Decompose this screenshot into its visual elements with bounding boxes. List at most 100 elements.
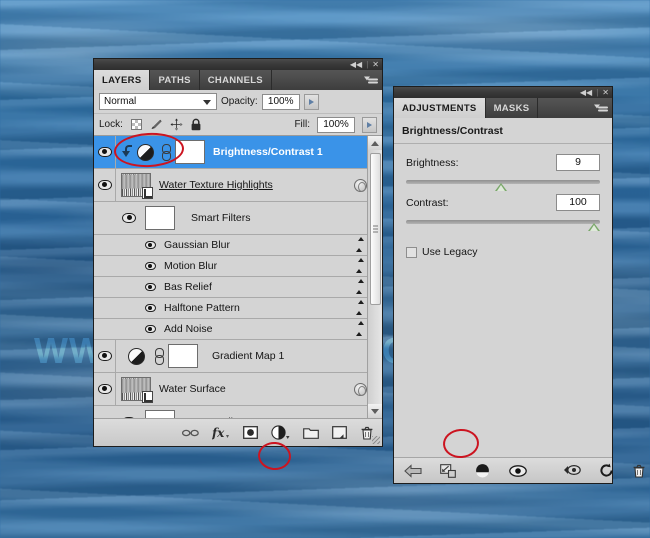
expand-panel-view-icon[interactable] [440, 463, 456, 478]
layer-list-scrollbar[interactable] [367, 136, 382, 418]
filter-blending-options-icon[interactable] [352, 237, 365, 252]
link-layers-icon[interactable] [182, 427, 199, 439]
fill-input[interactable]: 100% [317, 116, 355, 133]
lock-image-pixels-brush-icon[interactable] [150, 118, 163, 131]
layers-panel-titlebar: ◀◀ | ✕ [93, 58, 383, 70]
collapse-icon[interactable]: ◀◀ [580, 88, 592, 97]
collapse-icon[interactable]: ◀◀ [350, 60, 362, 69]
tab-masks[interactable]: MASKS [486, 98, 539, 118]
filter-visibility-toggle[interactable] [94, 319, 160, 339]
layer-visibility-toggle[interactable] [94, 340, 116, 372]
brightness-slider-knob[interactable] [495, 183, 508, 191]
layer-visibility-toggle[interactable] [94, 373, 116, 405]
blend-mode-value: Normal [104, 96, 137, 107]
brightness-input[interactable]: 9 [556, 154, 600, 171]
new-adjustment-layer-icon[interactable] [271, 425, 290, 440]
layer-name: Gradient Map 1 [212, 350, 285, 362]
contrast-slider-knob[interactable] [588, 223, 601, 231]
layer-row-brightness-contrast[interactable]: Brightness/Contrast 1 [94, 136, 382, 169]
smart-filters-header-row[interactable]: Smart Filters [94, 202, 382, 235]
opacity-slider-button[interactable] [303, 93, 319, 110]
filter-blending-options-icon[interactable] [352, 279, 365, 294]
reset-adjustment-icon[interactable] [599, 463, 614, 478]
smart-filter-row-gaussian-blur[interactable]: Gaussian Blur [94, 235, 382, 256]
opacity-input[interactable]: 100% [261, 93, 300, 110]
adjustments-panel-tabbar: ADJUSTMENTS MASKS [393, 98, 613, 118]
eye-icon [145, 325, 156, 333]
close-icon[interactable]: ✕ [602, 88, 609, 97]
layer-mask-thumbnail[interactable] [168, 344, 198, 368]
layer-visibility-toggle[interactable] [94, 136, 116, 168]
use-legacy-checkbox[interactable] [406, 246, 417, 258]
smart-filters-visibility-toggle[interactable] [94, 202, 140, 234]
delete-adjustment-icon[interactable] [632, 464, 646, 478]
tab-layers[interactable]: LAYERS [94, 70, 151, 90]
filter-name: Add Noise [164, 323, 213, 335]
tab-paths[interactable]: PATHS [150, 70, 200, 90]
clipping-mask-arrow-icon [122, 145, 132, 159]
filter-visibility-toggle[interactable] [94, 277, 160, 297]
smart-filter-row-bas-relief[interactable]: Bas Relief [94, 277, 382, 298]
fill-label: Fill: [294, 119, 310, 130]
lock-label: Lock: [99, 119, 123, 130]
layer-row-water-surface[interactable]: Water Surface [94, 373, 382, 406]
smart-object-badge-icon [142, 187, 153, 199]
filter-blending-options-icon[interactable] [352, 321, 365, 336]
layers-panel-body: Normal Opacity: 100% Lock: Fill: 100% Br… [93, 90, 383, 447]
brightness-row: Brightness: 9 [406, 154, 600, 171]
tab-adjustments[interactable]: ADJUSTMENTS [394, 98, 486, 118]
link-icon[interactable] [154, 348, 164, 365]
filter-blending-options-icon[interactable] [352, 258, 365, 273]
scroll-up-arrow-icon[interactable] [367, 136, 382, 150]
layer-thumbnail[interactable] [121, 173, 153, 199]
smart-filter-row-halftone-pattern[interactable]: Halftone Pattern [94, 298, 382, 319]
layer-style-fx-icon[interactable]: fx [212, 426, 230, 440]
lock-position-move-icon[interactable] [170, 118, 183, 131]
smart-filter-indicator-icon[interactable] [354, 178, 367, 192]
filter-visibility-toggle[interactable] [94, 298, 160, 318]
panel-menu-icon[interactable] [364, 75, 378, 86]
lock-transparent-pixels-icon[interactable] [130, 118, 143, 131]
link-icon[interactable] [161, 144, 171, 161]
gradient-map-adjustment-icon[interactable] [128, 347, 145, 365]
filter-visibility-toggle[interactable] [94, 256, 160, 276]
blend-mode-select[interactable]: Normal [99, 93, 217, 110]
smart-filters-label: Smart Filters [191, 212, 251, 224]
clip-to-layer-icon[interactable] [474, 463, 491, 478]
layer-row-gradient-map[interactable]: Gradient Map 1 [94, 340, 382, 373]
filter-visibility-toggle[interactable] [94, 235, 160, 255]
smart-filter-indicator-icon[interactable] [354, 382, 367, 396]
smart-filter-row-add-noise[interactable]: Add Noise [94, 319, 382, 340]
view-previous-state-icon[interactable] [563, 464, 581, 477]
resize-grip-icon[interactable] [372, 436, 380, 444]
panel-menu-icon[interactable] [594, 103, 608, 114]
layer-visibility-toggle[interactable] [94, 169, 116, 201]
smart-filter-row-motion-blur[interactable]: Motion Blur [94, 256, 382, 277]
smart-filters-header-row[interactable]: Smart Filters [94, 406, 382, 418]
layer-thumbnail[interactable] [121, 377, 153, 403]
layer-mask-thumbnail[interactable] [175, 140, 205, 164]
return-to-adjustment-list-icon[interactable] [404, 463, 422, 478]
smart-filters-mask-thumbnail[interactable] [145, 206, 175, 230]
smart-filters-mask-thumbnail[interactable] [145, 410, 175, 418]
new-layer-icon[interactable] [332, 426, 347, 439]
new-group-icon[interactable] [303, 426, 319, 439]
close-icon[interactable]: ✕ [372, 60, 379, 69]
brightness-slider-track[interactable] [406, 180, 600, 191]
fill-slider-button[interactable] [362, 116, 377, 133]
contrast-slider-track[interactable] [406, 220, 601, 231]
scrollbar-thumb[interactable] [369, 153, 381, 305]
add-layer-mask-icon[interactable] [243, 426, 258, 439]
opacity-label: Opacity: [221, 96, 258, 107]
smart-filters-visibility-toggle[interactable] [94, 406, 140, 418]
contrast-input[interactable]: 100 [556, 194, 600, 211]
layer-row-water-texture-highlights[interactable]: Water Texture Highlights [94, 169, 382, 202]
toggle-layer-visibility-icon[interactable] [509, 464, 527, 477]
lock-all-padlock-icon[interactable] [190, 118, 203, 131]
eye-icon [145, 241, 156, 249]
filter-blending-options-icon[interactable] [352, 300, 365, 315]
adjustment-title: Brightness/Contrast [394, 118, 612, 144]
scroll-down-arrow-icon[interactable] [367, 404, 382, 418]
brightness-contrast-adjustment-icon[interactable] [137, 143, 154, 161]
tab-channels[interactable]: CHANNELS [200, 70, 272, 90]
